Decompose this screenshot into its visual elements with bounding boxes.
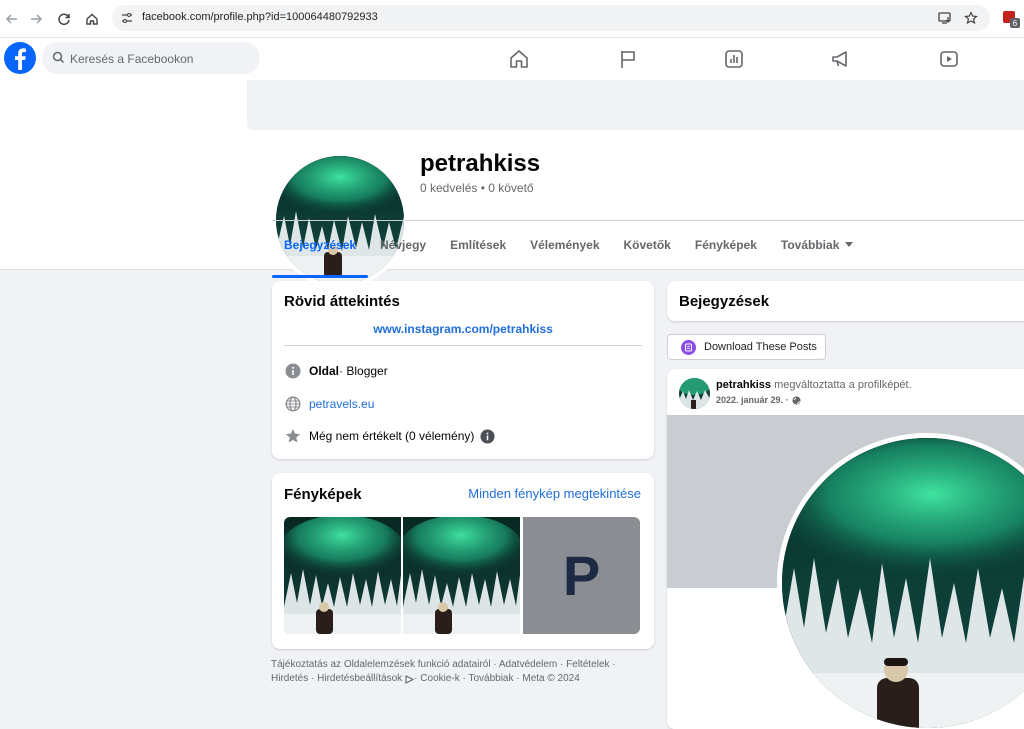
intro-rating-row: Még nem értékelt (0 vélemény) [284,427,495,445]
adchoices-icon[interactable] [405,674,415,684]
download-posts-button[interactable]: Download These Posts [667,334,826,360]
search-icon [52,51,65,64]
footer-line-1[interactable]: Tájékoztatás az Oldalelemzések funkció a… [271,658,641,672]
profile-header: petrahkiss 0 kedvelés • 0 követő Bejegyz… [0,80,1024,288]
posts-title: Bejegyzések [679,293,770,310]
star-icon [284,427,302,445]
info-icon [284,362,302,380]
facebook-search-input[interactable]: Keresés a Facebookon [42,42,260,74]
intro-title: Rövid áttekintés [284,293,400,310]
forward-arrow-icon[interactable] [26,9,46,29]
tab-mentions[interactable]: Említések [438,227,518,267]
nav-pages-flag-icon[interactable] [616,47,640,71]
svg-text:6: 6 [1013,19,1018,28]
photos-title: Fényképek [284,486,362,503]
url-text: facebook.com/profile.php?id=100064480792… [142,11,378,23]
reload-icon[interactable] [54,9,74,29]
caret-down-icon [845,242,854,267]
download-icon [681,340,696,355]
intro-card: Rövid áttekintés www.instagram.com/petra… [272,281,654,459]
extension-icon[interactable]: 6 [1002,10,1020,28]
back-arrow-icon[interactable] [2,9,22,29]
post-header-text: petrahkiss megváltoztatta a profilképét. [716,379,912,391]
tab-more[interactable]: Továbbiak [769,227,865,267]
post-card: petrahkiss megváltoztatta a profilképét.… [667,369,1024,729]
nav-video-icon[interactable] [937,47,961,71]
download-label: Download These Posts [704,341,817,353]
bookmark-star-icon[interactable] [964,11,978,25]
see-all-photos-link[interactable]: Minden fénykép megtekintése [468,486,641,501]
tab-photos[interactable]: Fényképek [683,227,769,267]
page-label: Oldal [309,364,340,378]
footer-line-2: Hirdetés · Hirdetésbeállítások · Cookie-… [271,672,641,686]
page-category: · Blogger [339,364,388,378]
posts-header-card: Bejegyzések [667,281,1024,321]
home-icon[interactable] [82,9,102,29]
post-action: megváltoztatta a profilképét. [771,379,912,391]
search-placeholder: Keresés a Facebookon [70,52,194,66]
post-author-avatar[interactable] [679,378,710,409]
intro-divider [284,345,642,346]
rating-text: Még nem értékelt (0 vélemény) [309,429,475,443]
tab-reviews[interactable]: Vélemények [518,227,611,267]
profile-name: petrahkiss [420,150,541,177]
browser-toolbar: facebook.com/profile.php?id=100064480792… [0,0,1024,38]
public-globe-icon [791,395,801,405]
footer-more-links[interactable]: · Cookie-k · Továbbiak · Meta © 2024 [414,672,580,686]
facebook-logo-icon[interactable] [4,42,36,74]
photo-thumbnail[interactable] [403,517,520,634]
photos-card: Fényképek Minden fénykép megtekintése P [272,473,654,649]
post-meta: 2022. január 29. · [716,395,801,405]
profile-stats[interactable]: 0 kedvelés • 0 követő [420,181,534,195]
tab-divider [272,220,1024,221]
placeholder-letter: P [562,544,601,607]
photo-thumbnail[interactable] [284,517,401,634]
intro-website-row: petravels.eu [284,395,374,413]
nav-home-icon[interactable] [507,47,531,71]
website-link[interactable]: petravels.eu [309,397,374,411]
tab-about[interactable]: Névjegy [368,227,438,267]
intro-page-row: Oldal · Blogger [284,362,388,380]
nav-ads-megaphone-icon[interactable] [829,47,853,71]
tab-followers[interactable]: Követők [612,227,683,267]
tab-more-label: Továbbiak [780,238,840,252]
footer-ads-link[interactable]: Hirdetés · Hirdetésbeállítások [271,672,402,686]
facebook-header: Keresés a Facebookon [0,38,1024,80]
post-date[interactable]: 2022. január 29. · [716,395,789,405]
bio-link[interactable]: www.instagram.com/petrahkiss [272,322,654,336]
nav-insights-icon[interactable] [722,47,746,71]
profile-tabs: Bejegyzések Névjegy Említések Vélemények… [272,227,865,278]
photo-thumbnail-placeholder[interactable]: P [523,517,640,634]
address-bar[interactable]: facebook.com/profile.php?id=100064480792… [112,5,990,31]
globe-icon [284,395,302,413]
tab-posts[interactable]: Bejegyzések [272,227,369,278]
cover-photo-area [247,80,1024,130]
install-app-icon[interactable] [938,11,952,25]
site-settings-icon[interactable] [121,12,133,24]
rating-info-icon[interactable] [480,428,495,444]
footer-links: Tájékoztatás az Oldalelemzések funkció a… [271,658,641,686]
post-author-name[interactable]: petrahkiss [716,379,771,391]
